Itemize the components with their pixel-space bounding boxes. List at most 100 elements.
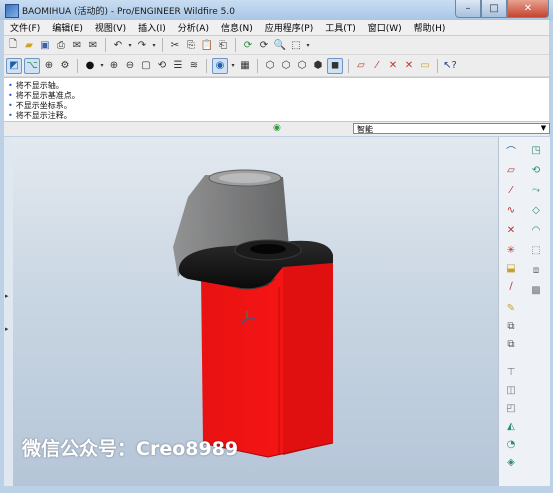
spin-center-icon[interactable]: ⊕ bbox=[42, 59, 56, 73]
round-tool-icon[interactable]: ◔ bbox=[504, 437, 518, 451]
chevron-down-icon[interactable]: ▼ bbox=[538, 123, 549, 134]
view-manager-dropdown-icon[interactable]: ▾ bbox=[230, 59, 236, 73]
boundary-blend-icon[interactable]: ◠ bbox=[529, 223, 543, 237]
main-toolbar: 🗋 ▰ ▣ ⎙ ✉ ✉ ↶ ▾ ↷ ▾ ✂ ⎘ 📋 ⎗ ⟳ ⟳ 🔍 ⬚ ▾ bbox=[4, 36, 549, 55]
regen-manager-icon[interactable]: ⟳ bbox=[257, 38, 271, 52]
datum-curve-icon[interactable]: ∿ bbox=[504, 203, 518, 217]
draft-tool-icon[interactable]: ◭ bbox=[504, 419, 518, 433]
cut-icon[interactable]: ✂ bbox=[168, 38, 182, 52]
annotation-display-icon[interactable]: ▭ bbox=[418, 59, 432, 73]
undo-icon[interactable]: ↶ bbox=[111, 38, 125, 52]
refit-icon[interactable]: ▢ bbox=[139, 59, 153, 73]
view-manager-icon[interactable]: ◉ bbox=[212, 57, 228, 74]
sketched-curve-icon[interactable]: ∕ bbox=[504, 279, 518, 293]
message-text: 将不显示注释。 bbox=[15, 111, 72, 120]
datum-point-icon[interactable]: ✕ bbox=[504, 223, 518, 237]
note-tool-icon[interactable]: ✎ bbox=[504, 301, 518, 315]
toolbar-separator bbox=[437, 58, 438, 73]
orient-mode-icon[interactable]: ⚙ bbox=[58, 59, 72, 73]
save-icon[interactable]: ▣ bbox=[38, 38, 52, 52]
minimize-button[interactable]: – bbox=[455, 0, 481, 18]
saved-views-icon[interactable]: ☰ bbox=[171, 59, 185, 73]
bullet-icon: • bbox=[8, 81, 13, 90]
message-text: 将不显示轴。 bbox=[15, 81, 64, 90]
appearance-gallery-icon[interactable]: ● bbox=[83, 59, 97, 73]
plane-display-icon[interactable]: ▱ bbox=[354, 59, 368, 73]
sweep-tool-icon[interactable]: ⤳ bbox=[529, 183, 543, 197]
datum-plane-icon[interactable]: ▱ bbox=[504, 163, 518, 177]
group-tool-icon[interactable]: ⧉ bbox=[504, 337, 518, 351]
selection-filter-select[interactable]: 智能 ▼ bbox=[353, 123, 550, 134]
expand-arrow-icon[interactable]: ▸ bbox=[5, 292, 9, 300]
regenerate-icon[interactable]: ⟳ bbox=[241, 38, 255, 52]
rib-tool-icon[interactable]: ◰ bbox=[504, 401, 518, 415]
menu-help[interactable]: 帮助(H) bbox=[408, 21, 452, 34]
merge-tool-icon[interactable]: ⧈ bbox=[529, 263, 543, 277]
menu-applications[interactable]: 应用程序(P) bbox=[259, 21, 319, 34]
paste-special-icon[interactable]: ⎗ bbox=[216, 38, 230, 52]
select-box-icon[interactable]: ⬚ bbox=[289, 38, 303, 52]
toolbar-separator bbox=[257, 58, 258, 73]
layer-tool-icon[interactable]: ⧉ bbox=[504, 319, 518, 333]
print-icon[interactable]: ⎙ bbox=[54, 38, 68, 52]
revolve-tool-icon[interactable]: ⟲ bbox=[529, 163, 543, 177]
shading-edges-icon[interactable]: ◼ bbox=[327, 57, 343, 74]
menu-insert[interactable]: 插入(I) bbox=[132, 21, 172, 34]
menu-tools[interactable]: 工具(T) bbox=[319, 21, 362, 34]
view-toolbar: ◩ ⌥ ⊕ ⚙ ● ▾ ⊕ ⊖ ▢ ⟲ ☰ ≋ ◉ ▾ ▦ ⬡ ⬡ ⬡ ⬢ ◼ … bbox=[4, 55, 549, 77]
expand-arrow-icon[interactable]: ▸ bbox=[5, 325, 9, 333]
select-dropdown-icon[interactable]: ▾ bbox=[305, 38, 311, 52]
title-bar: BAOMIHUA (活动的) - Pro/ENGINEER Wildfire 5… bbox=[0, 0, 553, 21]
red-body-part bbox=[200, 261, 334, 458]
menu-file[interactable]: 文件(F) bbox=[4, 21, 46, 34]
redo-dropdown-icon[interactable]: ▾ bbox=[151, 38, 157, 52]
menu-view[interactable]: 视图(V) bbox=[89, 21, 132, 34]
maximize-button[interactable]: □ bbox=[481, 0, 507, 18]
find-icon[interactable]: 🔍 bbox=[273, 38, 287, 52]
close-button[interactable]: ✕ bbox=[507, 0, 549, 18]
new-file-icon[interactable]: 🗋 bbox=[6, 38, 20, 52]
reorient-icon[interactable]: ⟲ bbox=[155, 59, 169, 73]
context-help-icon[interactable]: ↖? bbox=[443, 59, 457, 73]
zoom-out-icon[interactable]: ⊖ bbox=[123, 59, 137, 73]
display-style-icon[interactable]: ▦ bbox=[238, 59, 252, 73]
wireframe-icon[interactable]: ⬡ bbox=[263, 59, 277, 73]
redo-icon[interactable]: ↷ bbox=[135, 38, 149, 52]
hole-tool-icon[interactable]: ⊤ bbox=[504, 365, 518, 379]
bullet-icon: • bbox=[8, 101, 13, 110]
sketch-display-icon[interactable]: ◩ bbox=[6, 57, 22, 74]
undo-dropdown-icon[interactable]: ▾ bbox=[127, 38, 133, 52]
datum-display-icon[interactable]: ⌥ bbox=[24, 57, 40, 74]
menu-edit[interactable]: 编辑(E) bbox=[46, 21, 89, 34]
datum-axis-icon[interactable]: ⁄ bbox=[504, 183, 518, 197]
open-folder-icon[interactable]: ▰ bbox=[22, 38, 36, 52]
email-link-icon[interactable]: ✉ bbox=[86, 38, 100, 52]
csys-display-icon[interactable]: ✕ bbox=[402, 59, 416, 73]
shell-tool-icon[interactable]: ◫ bbox=[504, 383, 518, 397]
style-tool-icon[interactable]: ⬚ bbox=[529, 243, 543, 257]
point-display-icon[interactable]: ✕ bbox=[386, 59, 400, 73]
axis-display-icon[interactable]: ⁄ bbox=[370, 59, 384, 73]
menu-window[interactable]: 窗口(W) bbox=[362, 21, 408, 34]
toolbar-separator bbox=[206, 58, 207, 73]
sketch-tool-icon[interactable]: ⌒ bbox=[504, 143, 518, 158]
shading-icon[interactable]: ⬢ bbox=[311, 59, 325, 73]
regen-status-icon[interactable]: ◉ bbox=[273, 122, 281, 134]
email-icon[interactable]: ✉ bbox=[70, 38, 84, 52]
pattern-tool-icon[interactable]: ▩ bbox=[529, 283, 543, 297]
chamfer-tool-icon[interactable]: ◈ bbox=[504, 455, 518, 469]
extrude-tool-icon[interactable]: ◳ bbox=[529, 143, 543, 157]
menu-analysis[interactable]: 分析(A) bbox=[172, 21, 215, 34]
appearance-dropdown-icon[interactable]: ▾ bbox=[99, 59, 105, 73]
layers-icon[interactable]: ≋ bbox=[187, 59, 201, 73]
no-hidden-icon[interactable]: ⬡ bbox=[295, 59, 309, 73]
csys-tool-icon[interactable]: ✳ bbox=[504, 243, 518, 257]
hidden-line-icon[interactable]: ⬡ bbox=[279, 59, 293, 73]
menu-info[interactable]: 信息(N) bbox=[215, 21, 259, 34]
toolbar-separator bbox=[105, 38, 106, 52]
analysis-tool-icon[interactable]: ⬓ bbox=[504, 261, 518, 275]
zoom-in-icon[interactable]: ⊕ bbox=[107, 59, 121, 73]
blend-tool-icon[interactable]: ◇ bbox=[529, 203, 543, 217]
copy-icon[interactable]: ⎘ bbox=[184, 38, 198, 52]
paste-icon[interactable]: 📋 bbox=[200, 38, 214, 52]
